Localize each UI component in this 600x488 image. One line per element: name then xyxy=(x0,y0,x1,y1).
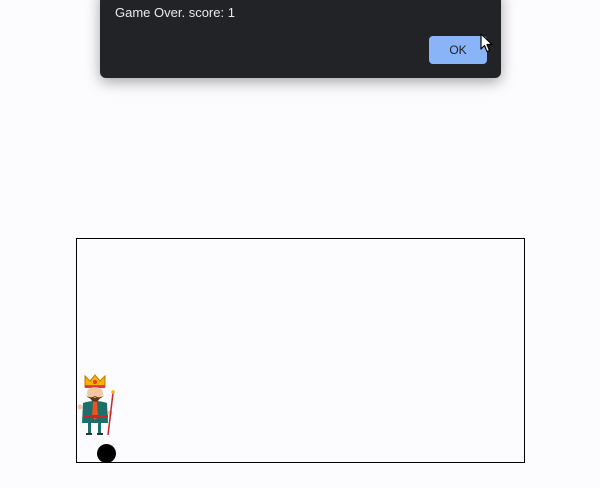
page: Game Over. score: 1 OK xyxy=(0,0,600,488)
game-over-alert-dialog: Game Over. score: 1 OK xyxy=(100,0,501,78)
ball-icon xyxy=(97,444,116,462)
dialog-message: Game Over. score: 1 xyxy=(115,5,235,20)
mouse-pointer-icon xyxy=(480,33,493,53)
game-canvas[interactable] xyxy=(76,238,525,463)
ok-button[interactable]: OK xyxy=(429,36,487,64)
king-character-icon xyxy=(77,374,115,436)
